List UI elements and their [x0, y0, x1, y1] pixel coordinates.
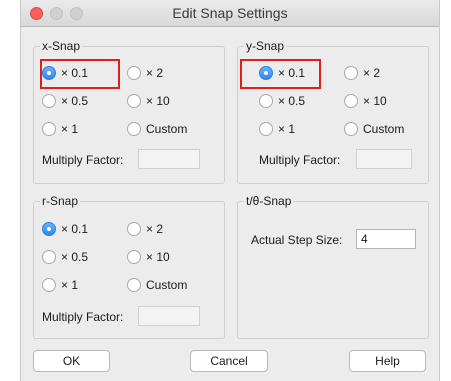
- t-theta-snap-legend: t/θ-Snap: [244, 194, 294, 208]
- radio-unselected-icon: [42, 278, 56, 292]
- radio-label: Custom: [146, 278, 188, 292]
- t-theta-snap-group: t/θ-Snap Actual Step Size:: [237, 194, 429, 339]
- radio-unselected-icon: [42, 122, 56, 136]
- x-snap-factor-label: Multiply Factor:: [42, 153, 124, 167]
- step-size-label: Actual Step Size:: [251, 233, 343, 247]
- x-snap-option-1[interactable]: × 1: [42, 120, 78, 138]
- x-snap-option-0-5[interactable]: × 0.5: [42, 92, 88, 110]
- x-snap-legend: x-Snap: [40, 39, 83, 53]
- radio-label: × 10: [146, 250, 170, 264]
- r-snap-group: r-Snap × 0.1 × 2 × 0.5 × 10 × 1 Custom M…: [33, 194, 225, 339]
- y-snap-option-2[interactable]: × 2: [344, 64, 380, 82]
- radio-label: × 0.5: [278, 94, 306, 108]
- y-snap-factor-label: Multiply Factor:: [259, 153, 341, 167]
- y-snap-option-custom[interactable]: Custom: [344, 120, 404, 138]
- radio-label: × 1: [61, 278, 79, 292]
- window-title: Edit Snap Settings: [172, 5, 288, 21]
- ok-button[interactable]: OK: [33, 350, 110, 372]
- radio-label: × 2: [146, 66, 164, 80]
- radio-unselected-icon: [127, 94, 141, 108]
- radio-label: × 10: [146, 94, 170, 108]
- help-button[interactable]: Help: [349, 350, 426, 372]
- r-snap-option-custom[interactable]: Custom: [127, 276, 187, 294]
- title-bar: Edit Snap Settings: [21, 0, 439, 27]
- radio-unselected-icon: [42, 250, 56, 264]
- x-snap-option-custom[interactable]: Custom: [127, 120, 187, 138]
- radio-unselected-icon: [344, 122, 358, 136]
- r-snap-option-0-5[interactable]: × 0.5: [42, 248, 88, 266]
- radio-unselected-icon: [127, 222, 141, 236]
- radio-unselected-icon: [344, 66, 358, 80]
- radio-label: × 2: [146, 222, 164, 236]
- r-snap-factor-label: Multiply Factor:: [42, 310, 124, 324]
- radio-label: × 0.5: [61, 250, 89, 264]
- radio-label: × 1: [278, 122, 296, 136]
- r-snap-option-10[interactable]: × 10: [127, 248, 170, 266]
- y-snap-legend: y-Snap: [244, 39, 287, 53]
- radio-label: Custom: [363, 122, 405, 136]
- r-snap-option-0-1[interactable]: × 0.1: [42, 220, 88, 238]
- radio-unselected-icon: [42, 94, 56, 108]
- x-snap-factor-input[interactable]: [138, 149, 200, 169]
- step-size-input[interactable]: [356, 229, 416, 249]
- radio-label: × 10: [363, 94, 387, 108]
- y-snap-factor-input[interactable]: [356, 149, 412, 169]
- x-snap-option-2[interactable]: × 2: [127, 64, 163, 82]
- cancel-button[interactable]: Cancel: [190, 350, 268, 372]
- r-snap-legend: r-Snap: [40, 194, 81, 208]
- radio-unselected-icon: [127, 66, 141, 80]
- radio-label: Custom: [146, 122, 188, 136]
- radio-unselected-icon: [259, 122, 273, 136]
- dialog-window: Edit Snap Settings x-Snap × 0.1 × 2 × 0.…: [20, 0, 440, 381]
- radio-label: × 0.1: [61, 222, 89, 236]
- y-snap-option-1[interactable]: × 1: [259, 120, 295, 138]
- radio-unselected-icon: [259, 94, 273, 108]
- y-snap-highlight-box: [240, 59, 321, 89]
- x-snap-highlight-box: [40, 59, 120, 89]
- radio-unselected-icon: [127, 250, 141, 264]
- radio-unselected-icon: [127, 122, 141, 136]
- r-snap-option-1[interactable]: × 1: [42, 276, 78, 294]
- radio-selected-icon: [42, 222, 56, 236]
- radio-unselected-icon: [344, 94, 358, 108]
- radio-label: × 0.5: [61, 94, 89, 108]
- x-snap-option-10[interactable]: × 10: [127, 92, 170, 110]
- radio-unselected-icon: [127, 278, 141, 292]
- r-snap-factor-input[interactable]: [138, 306, 200, 326]
- r-snap-option-2[interactable]: × 2: [127, 220, 163, 238]
- radio-label: × 1: [61, 122, 79, 136]
- y-snap-option-10[interactable]: × 10: [344, 92, 387, 110]
- radio-label: × 2: [363, 66, 381, 80]
- y-snap-option-0-5[interactable]: × 0.5: [259, 92, 305, 110]
